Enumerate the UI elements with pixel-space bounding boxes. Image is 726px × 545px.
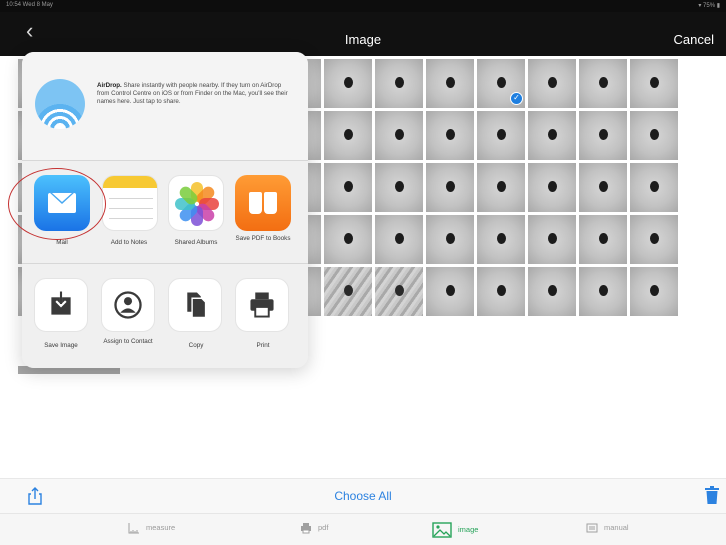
save-image-icon: [51, 291, 71, 315]
image-thumbnail[interactable]: [426, 267, 474, 316]
tab-label: manual: [604, 522, 629, 532]
airdrop-section[interactable]: AirDrop. Share instantly with people nea…: [22, 52, 308, 160]
status-battery: ▾ 75% ▮: [698, 3, 720, 9]
image-thumbnail[interactable]: [375, 163, 423, 212]
airdrop-description: AirDrop. Share instantly with people nea…: [97, 82, 295, 106]
trash-icon[interactable]: [704, 485, 720, 505]
image-thumbnail[interactable]: [324, 267, 372, 316]
notes-app-button[interactable]: [102, 175, 158, 231]
contact-icon: [114, 291, 142, 319]
image-thumbnail[interactable]: [528, 215, 576, 264]
copy-button[interactable]: [168, 278, 222, 332]
mail-label: Mail: [56, 239, 68, 246]
image-thumbnail[interactable]: [528, 111, 576, 160]
image-thumbnail[interactable]: [426, 215, 474, 264]
image-thumbnail[interactable]: [426, 111, 474, 160]
image-thumbnail[interactable]: [324, 111, 372, 160]
status-bar: 10:54 Wed 8 May ▾ 75% ▮: [0, 0, 726, 12]
tab-pdf[interactable]: pdf: [300, 522, 328, 534]
cancel-button[interactable]: Cancel: [674, 32, 714, 47]
airdrop-title: AirDrop.: [97, 82, 122, 89]
image-thumbnail[interactable]: [528, 59, 576, 108]
image-thumbnail[interactable]: [630, 215, 678, 264]
copy-icon: [187, 292, 207, 319]
tab-measure[interactable]: measure: [128, 522, 175, 534]
tab-label: pdf: [318, 522, 329, 532]
print-label: Print: [256, 342, 270, 349]
shared-albums-label: Shared Albums: [174, 239, 218, 246]
assign-contact-button[interactable]: [101, 278, 155, 332]
assign-contact-label: Assign to Contact: [103, 338, 153, 345]
books-label: Save PDF to Books: [235, 235, 291, 242]
navigation-bar: ‹ Image Cancel: [0, 12, 726, 56]
image-thumbnail[interactable]: [477, 163, 525, 212]
image-thumbnail[interactable]: [630, 163, 678, 212]
image-thumbnail[interactable]: [375, 111, 423, 160]
image-thumbnail[interactable]: [579, 267, 627, 316]
image-thumbnail[interactable]: [630, 111, 678, 160]
tab-image[interactable]: image: [432, 522, 478, 538]
image-thumbnail[interactable]: [375, 215, 423, 264]
image-thumbnail[interactable]: [426, 59, 474, 108]
image-thumbnail[interactable]: [477, 111, 525, 160]
image-thumbnail[interactable]: [324, 59, 372, 108]
image-thumbnail[interactable]: [630, 267, 678, 316]
image-thumbnail[interactable]: [477, 215, 525, 264]
book-icon: [586, 523, 598, 533]
save-image-label: Save Image: [44, 342, 78, 349]
tab-bar: measure pdf image manual: [0, 513, 726, 545]
tab-manual[interactable]: manual: [586, 522, 629, 534]
image-thumbnail[interactable]: [579, 215, 627, 264]
image-thumbnail[interactable]: [579, 111, 627, 160]
choose-all-button[interactable]: Choose All: [0, 489, 726, 503]
status-time: 10:54 Wed 8 May: [6, 2, 53, 8]
ruler-icon: [128, 523, 139, 534]
print-button[interactable]: [235, 278, 289, 332]
selected-check-icon: ✓: [510, 92, 523, 105]
image-thumbnail[interactable]: [375, 267, 423, 316]
bottom-toolbar: Choose All: [0, 478, 726, 513]
image-thumbnail[interactable]: [630, 59, 678, 108]
image-thumbnail[interactable]: [477, 267, 525, 316]
image-icon: [432, 522, 452, 538]
airdrop-text: Share instantly with people nearby. If t…: [97, 82, 288, 105]
printer-icon: [301, 523, 311, 534]
image-thumbnail[interactable]: [375, 59, 423, 108]
notes-label: Add to Notes: [110, 239, 148, 246]
image-thumbnail[interactable]: [324, 215, 372, 264]
image-thumbnail[interactable]: [324, 163, 372, 212]
mail-highlight-annotation: [8, 168, 106, 240]
shared-albums-button[interactable]: [168, 175, 224, 231]
image-thumbnail[interactable]: ✓: [477, 59, 525, 108]
airdrop-icon: [35, 79, 85, 129]
books-app-button[interactable]: [235, 175, 291, 231]
image-thumbnail[interactable]: [426, 163, 474, 212]
tab-label: image: [458, 524, 479, 534]
image-thumbnail[interactable]: [579, 59, 627, 108]
books-icon: [249, 192, 277, 214]
copy-label: Copy: [188, 342, 204, 349]
share-actions-row: Save Image Assign to Contact Copy Print: [22, 264, 308, 368]
image-thumbnail[interactable]: [579, 163, 627, 212]
image-thumbnail[interactable]: [528, 267, 576, 316]
save-image-button[interactable]: [34, 278, 88, 332]
image-thumbnail[interactable]: [528, 163, 576, 212]
page-title: Image: [344, 32, 382, 47]
print-icon: [250, 292, 274, 318]
tab-label: measure: [146, 522, 176, 532]
